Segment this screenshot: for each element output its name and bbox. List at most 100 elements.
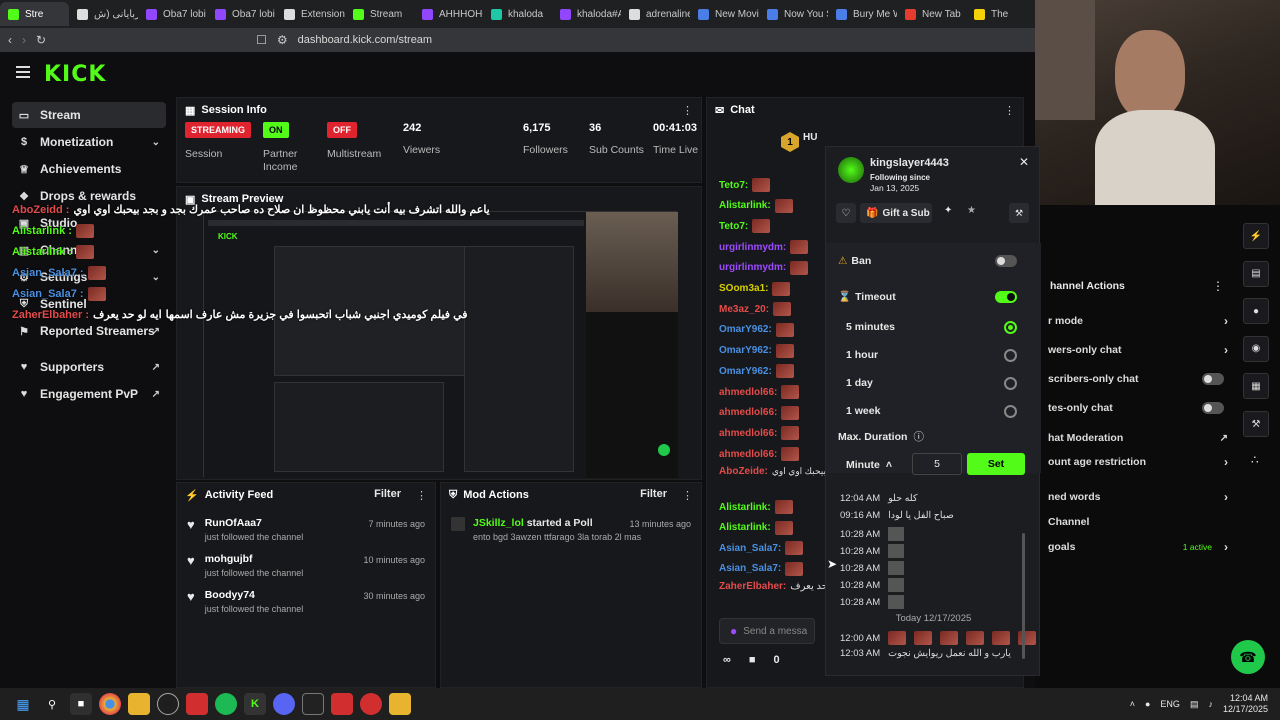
close-icon[interactable]: ✕ [1019,155,1029,169]
browser-tab[interactable]: khaloda [483,2,552,26]
app-red2-icon[interactable] [360,693,382,715]
more-icon[interactable]: ⋮ [682,489,693,502]
app-icon[interactable] [331,693,353,715]
browser-tab[interactable]: Bury Me W [828,2,897,26]
channel-action-item[interactable]: ount age restriction › [1048,455,1228,469]
chat-username[interactable]: ahmedlol66: [719,387,777,398]
sidebar-item-stream[interactable]: ▭ Stream [12,102,166,128]
menu-icon[interactable] [16,66,30,78]
activity-filter-button[interactable]: Filter [374,488,401,500]
mod-filter-button[interactable]: Filter [640,488,667,500]
wrench-icon[interactable]: ⚒ [1243,411,1269,437]
chat-username[interactable]: Teto7: [719,221,748,232]
radio-button[interactable] [1004,348,1017,362]
history-scrollbar[interactable] [1022,533,1025,659]
sidebar-item-reported-streamers[interactable]: ⚑ Reported Streamers ↗ [12,318,166,344]
chat-username[interactable]: Alistarlink: [719,502,771,513]
mic-icon[interactable]: ● [1145,699,1150,709]
chevron-up-icon[interactable]: ˄ [1130,699,1135,709]
calendar-icon[interactable]: ▦ [1243,373,1269,400]
chat-bubble-icon[interactable]: ● [1243,298,1269,325]
clock-date[interactable]: 12/17/2025 [1223,704,1268,715]
activity-username[interactable]: Boodyy74 [205,589,304,601]
ban-toggle[interactable] [995,255,1017,267]
store-icon[interactable]: ■ [749,654,756,666]
discord-icon[interactable] [273,693,295,715]
follow-heart-button[interactable]: ♡ [836,203,856,223]
reload-icon[interactable]: ↻ [36,33,46,47]
toggle-switch[interactable] [1202,373,1224,385]
clock-time[interactable]: 12:04 AM [1223,693,1268,704]
connections-icon[interactable]: ∴ [1251,453,1259,467]
chat-username[interactable]: SOom3a1: [719,283,768,294]
sidebar-item-monetization[interactable]: $ Monetization ⌄ [12,129,166,155]
duration-unit-select[interactable]: Minute ˄ [846,454,906,476]
windows-start-icon[interactable]: ▦ [12,693,34,715]
file-manager-icon[interactable]: ■ [70,693,92,715]
network-icon[interactable]: ▤ [1190,699,1199,710]
terminal-icon[interactable] [302,693,324,715]
chat-username[interactable]: Alistarlink: [719,200,771,211]
more-icon[interactable]: ⋮ [1004,104,1015,117]
activity-username[interactable]: RunOfAaa7 [205,517,304,529]
chat-username[interactable]: AboZeide: [719,466,768,477]
app-red-icon[interactable] [186,693,208,715]
radio-button[interactable] [1004,376,1017,390]
chrome-icon[interactable] [99,693,121,715]
browser-tab[interactable]: Stre [0,2,69,26]
chat-username[interactable]: Alistarlink: [719,522,771,533]
spotify-icon[interactable] [215,693,237,715]
chat-username[interactable]: urgirlinmydm: [719,242,786,253]
back-icon[interactable]: ‹ [8,33,12,47]
chat-username[interactable]: ahmedlol66: [719,449,777,460]
channel-action-item[interactable]: scribers-only chat [1048,373,1228,385]
pinned-user[interactable]: HU [803,132,817,143]
broadcast-icon[interactable]: ◉ [1243,335,1269,362]
app-yellow-icon[interactable] [389,693,411,715]
channel-action-item[interactable]: goals 1 active › [1048,540,1228,554]
clipboard-icon[interactable]: ▤ [1243,260,1269,287]
timeout-option[interactable]: 1 day [838,376,1029,390]
channel-action-item[interactable]: ned words › [1048,490,1228,504]
timeout-toggle[interactable] [995,290,1017,303]
chat-username[interactable]: ahmedlol66: [719,428,777,439]
browser-tab[interactable]: Oba7 lobi [138,2,207,26]
browser-tab[interactable]: khaloda#A [552,2,621,26]
language-indicator[interactable]: ENG [1160,699,1180,709]
browser-tab[interactable]: Now You S [759,2,828,26]
browser-tab[interactable]: New Movie [690,2,759,26]
browser-tab[interactable]: Extensions [276,2,345,26]
search-icon[interactable]: ⚲ [41,693,63,715]
chat-username[interactable]: Teto7: [719,180,748,191]
timeout-option[interactable]: 1 hour [838,348,1029,362]
timeout-option[interactable]: 5 minutes [838,320,1029,334]
browser-tab[interactable]: آذربایانی (ش [69,2,138,26]
chat-username[interactable]: ZaherElbaher: [719,581,786,592]
radio-button[interactable] [1004,404,1017,418]
timeout-option[interactable]: 1 week [838,404,1029,418]
sidebar-item-supporters[interactable]: ♥ Supporters ↗ [12,354,166,380]
forward-icon[interactable]: › [22,33,26,47]
channel-action-item[interactable]: wers-only chat › [1048,343,1228,357]
browser-tab[interactable]: AHHHOHO [414,2,483,26]
connections-icon[interactable]: ∞ [723,654,731,666]
browser-tab[interactable]: The [966,2,1035,26]
channel-action-item[interactable]: Channel [1048,516,1228,528]
more-icon[interactable]: ⋮ [416,489,427,502]
chat-username[interactable]: OmarY962: [719,366,772,377]
mic-icon[interactable]: ● [730,624,737,638]
bookmark-icon[interactable]: ☐ [256,33,267,47]
chat-username[interactable]: OmarY962: [719,324,772,335]
radio-button[interactable] [1004,320,1017,334]
channel-action-item[interactable]: r mode › [1048,314,1228,328]
more-icon[interactable]: ⋮ [682,104,693,117]
kick-logo[interactable]: KICK [44,62,106,87]
channel-action-item[interactable]: hat Moderation ↗ [1048,432,1228,444]
url-text[interactable]: dashboard.kick.com/stream [298,34,433,46]
mod-wrench-button[interactable]: ⚒ [1009,203,1029,223]
set-button[interactable]: Set [967,453,1025,475]
stream-video[interactable]: KICK [203,211,678,478]
steam-icon[interactable] [157,693,179,715]
user-card-username[interactable]: kingslayer4443 [870,157,949,169]
duration-amount-input[interactable]: 5 [912,453,962,475]
